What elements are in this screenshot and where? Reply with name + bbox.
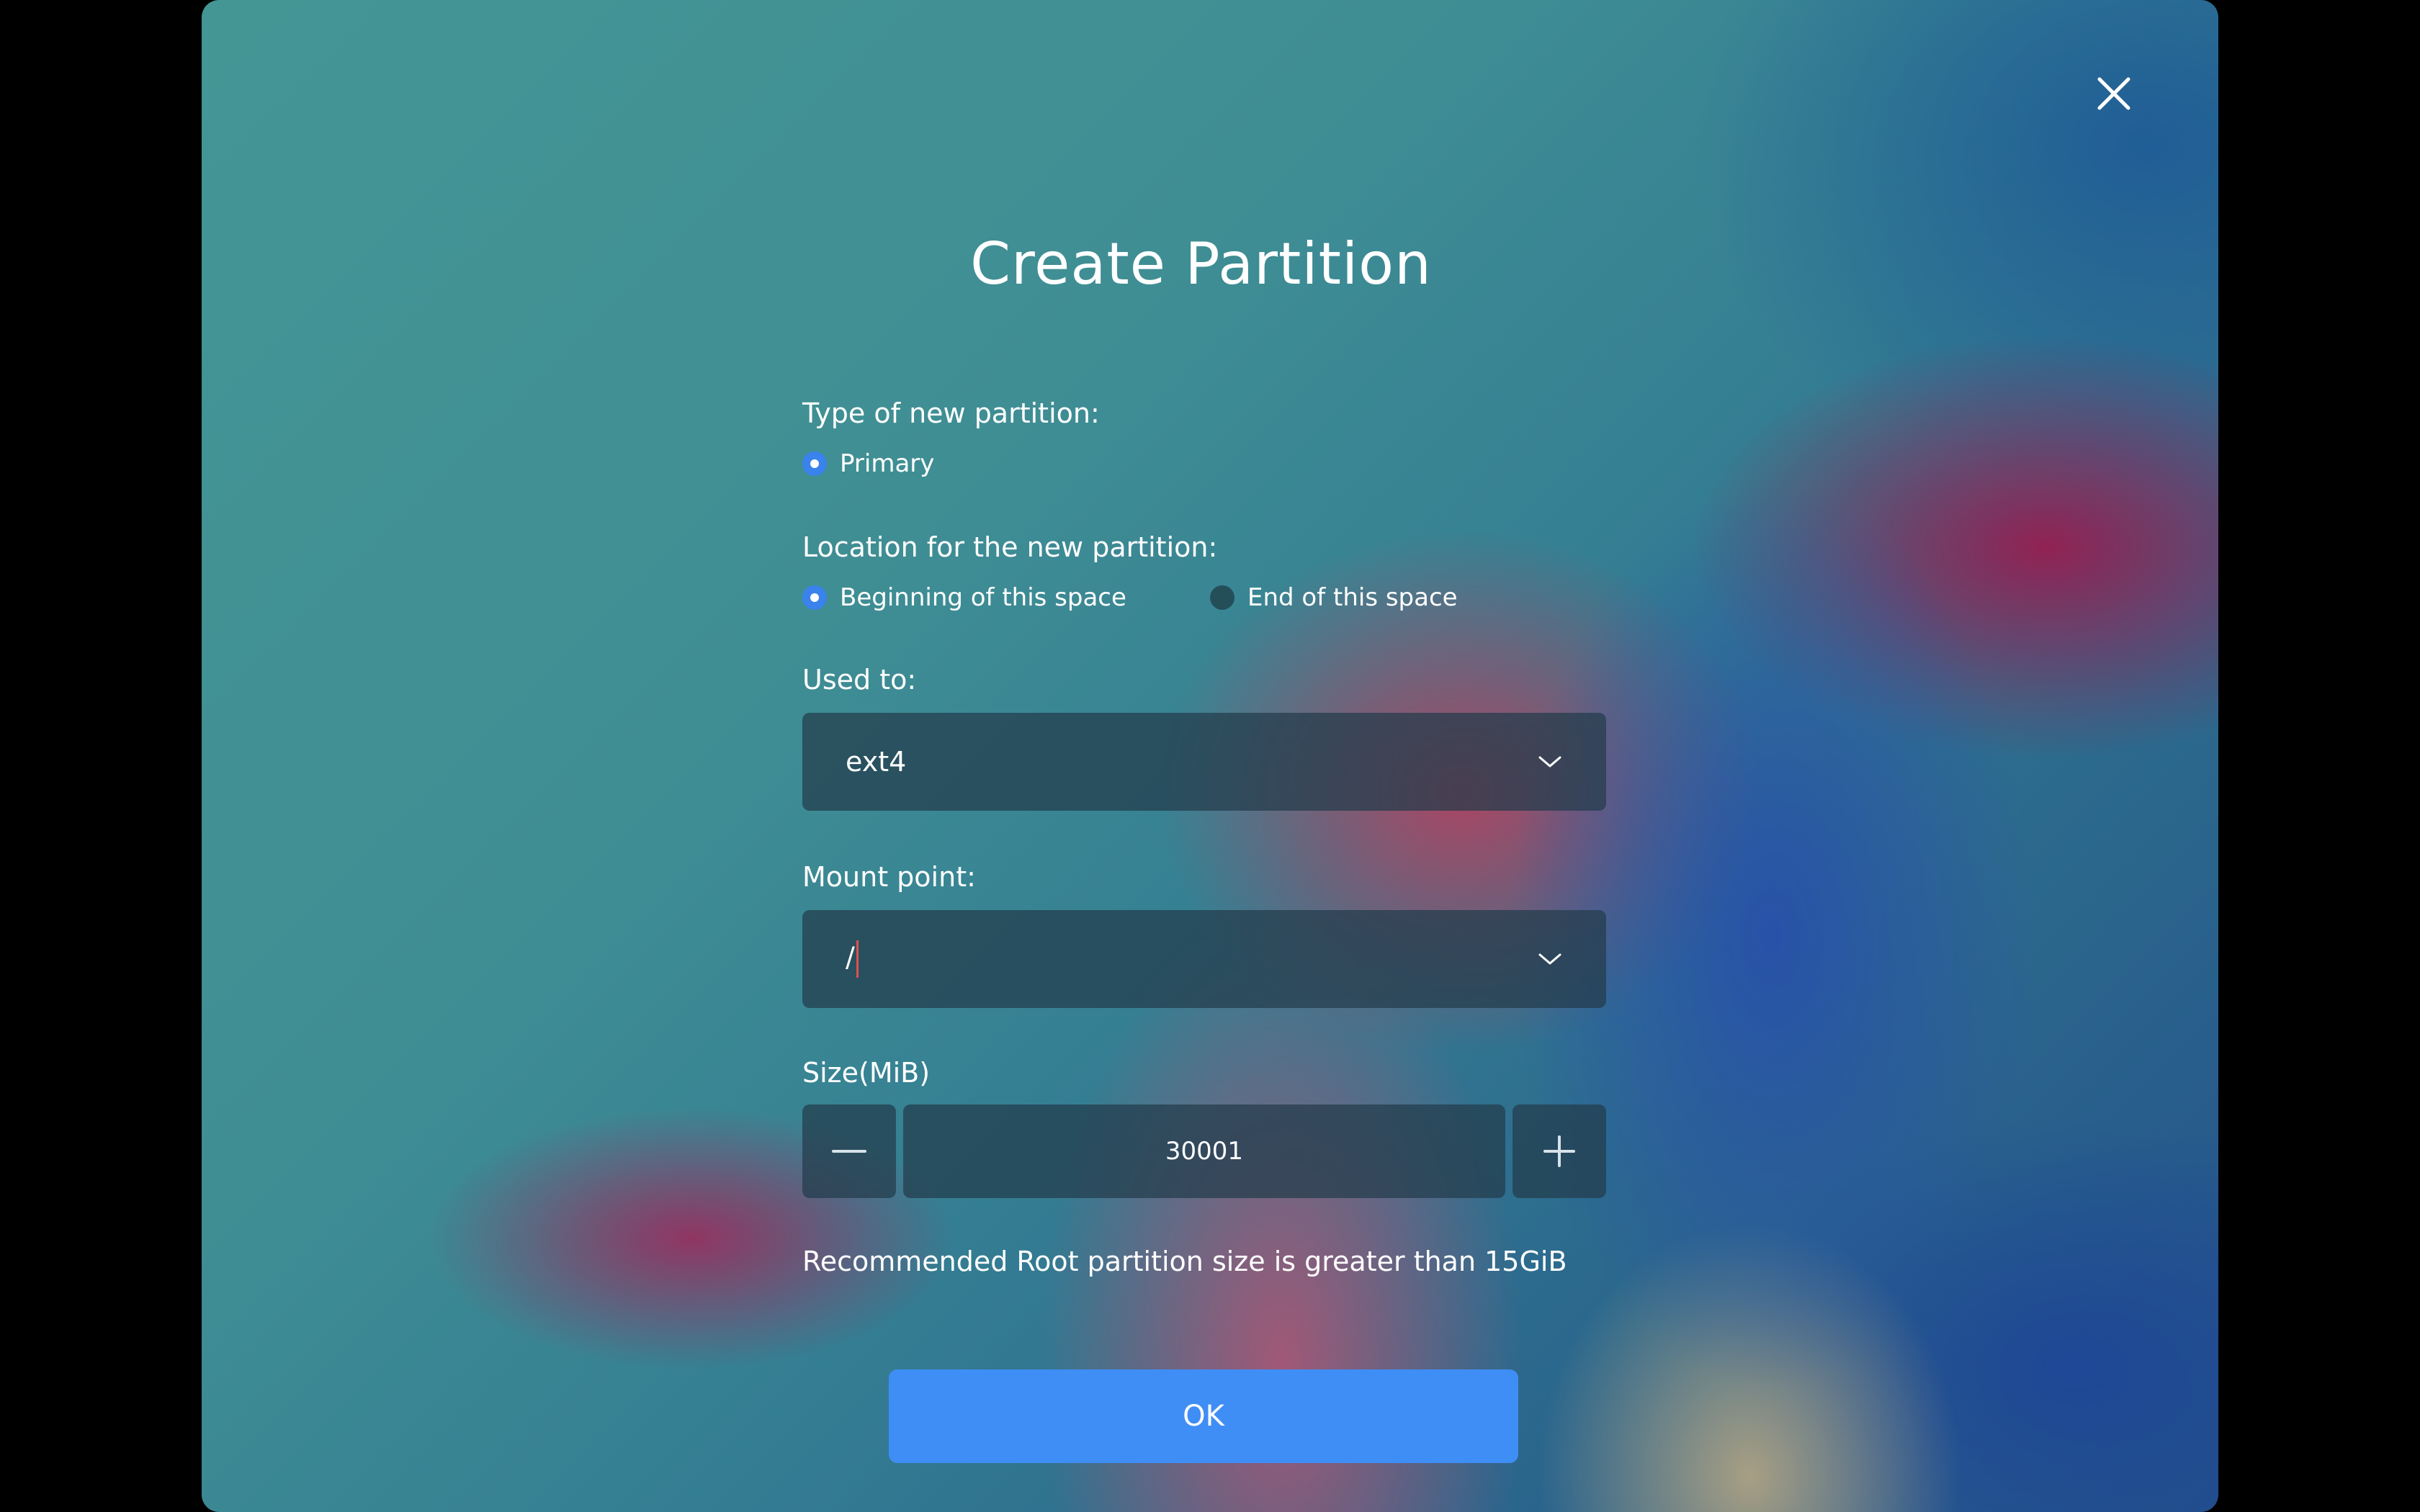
text-cursor: [856, 940, 859, 978]
size-input[interactable]: 30001: [903, 1104, 1505, 1198]
minus-icon: [832, 1150, 866, 1153]
location-label: Location for the new partition:: [802, 531, 1218, 563]
plus-icon: [1543, 1135, 1575, 1167]
radio-end[interactable]: End of this space: [1210, 583, 1458, 612]
ok-button[interactable]: OK: [889, 1369, 1518, 1463]
partition-type-label: Type of new partition:: [802, 397, 1100, 429]
radio-primary-label: Primary: [840, 449, 935, 478]
increment-button[interactable]: [1512, 1104, 1606, 1198]
chevron-down-icon[interactable]: [1537, 952, 1563, 966]
radio-indicator-end[interactable]: [1210, 585, 1234, 610]
mount-point-combobox[interactable]: /: [802, 910, 1606, 1008]
dialog-title: Create Partition: [970, 230, 1432, 297]
decrement-button[interactable]: [802, 1104, 896, 1198]
size-label: Size(MiB): [802, 1057, 931, 1089]
filesystem-value: ext4: [846, 746, 907, 778]
radio-end-label: End of this space: [1247, 583, 1458, 612]
chevron-down-icon: [1538, 756, 1561, 768]
filesystem-select[interactable]: ext4: [802, 713, 1606, 811]
radio-beginning-label: Beginning of this space: [840, 583, 1126, 612]
mount-point-label: Mount point:: [802, 861, 976, 893]
create-partition-dialog: Create Partition Type of new partition: …: [202, 0, 2218, 1512]
close-icon: [2097, 77, 2130, 110]
radio-beginning[interactable]: Beginning of this space: [802, 583, 1126, 612]
mount-point-input[interactable]: /: [846, 940, 1537, 978]
size-stepper: 30001: [802, 1104, 1606, 1198]
radio-indicator-primary[interactable]: [802, 451, 827, 476]
mount-point-value: /: [846, 941, 855, 973]
close-button[interactable]: [2085, 65, 2143, 122]
screen: Create Partition Type of new partition: …: [0, 0, 2420, 1512]
size-recommendation-hint: Recommended Root partition size is great…: [802, 1246, 1567, 1277]
radio-indicator-beginning[interactable]: [802, 585, 827, 610]
radio-primary[interactable]: Primary: [802, 449, 934, 478]
used-to-label: Used to:: [802, 664, 917, 696]
